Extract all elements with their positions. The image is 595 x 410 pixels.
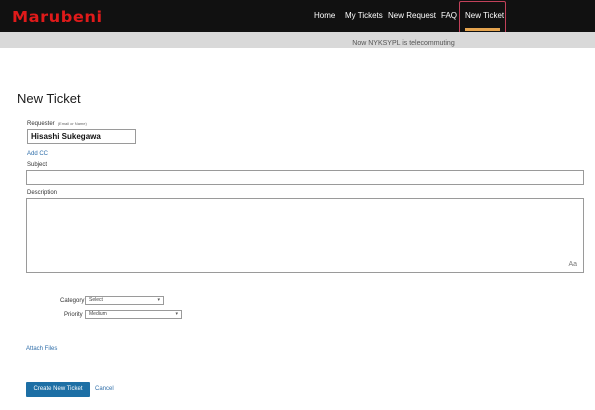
add-cc-link[interactable]: Add CC bbox=[27, 151, 48, 157]
cancel-link[interactable]: Cancel bbox=[95, 386, 114, 392]
category-select[interactable]: Select ▾ bbox=[85, 296, 164, 305]
nav-faq[interactable]: FAQ bbox=[441, 11, 457, 20]
create-ticket-button[interactable]: Create New Ticket bbox=[26, 382, 90, 397]
category-select-value: Select bbox=[89, 297, 103, 303]
requester-label: Requester (Email or Name) bbox=[27, 121, 87, 127]
category-label: Category bbox=[60, 298, 85, 304]
company-logo[interactable]: Marubeni bbox=[12, 8, 103, 26]
subject-input[interactable] bbox=[26, 170, 584, 185]
banner-text: Now NYKSYPL is telecommuting bbox=[352, 40, 455, 47]
attach-files-link[interactable]: Attach Files bbox=[26, 346, 57, 352]
priority-select-value: Medium bbox=[89, 311, 107, 317]
status-banner: Now NYKSYPL is telecommuting bbox=[0, 32, 595, 48]
nav-new-ticket[interactable]: New Ticket bbox=[465, 11, 504, 20]
priority-select[interactable]: Medium ▾ bbox=[85, 310, 182, 319]
nav-new-request[interactable]: New Request bbox=[388, 11, 436, 20]
description-textarea[interactable]: Aa bbox=[26, 198, 584, 273]
nav-active-underline bbox=[465, 28, 500, 31]
subject-label: Subject bbox=[27, 162, 48, 168]
requester-hint: (Email or Name) bbox=[57, 121, 87, 126]
requester-input[interactable]: Hisashi Sukegawa bbox=[27, 129, 136, 144]
page-title: New Ticket bbox=[17, 91, 81, 106]
priority-label: Priority bbox=[64, 312, 83, 318]
requester-label-text: Requester bbox=[27, 121, 55, 127]
nav-my-tickets[interactable]: My Tickets bbox=[345, 11, 383, 20]
chevron-down-icon: ▾ bbox=[157, 297, 160, 303]
chevron-down-icon: ▾ bbox=[175, 311, 178, 317]
nav-home[interactable]: Home bbox=[314, 11, 335, 20]
description-label: Description bbox=[27, 190, 58, 196]
top-navigation-bar: Marubeni Home My Tickets New Request FAQ… bbox=[0, 0, 595, 36]
text-format-icon[interactable]: Aa bbox=[568, 261, 577, 268]
